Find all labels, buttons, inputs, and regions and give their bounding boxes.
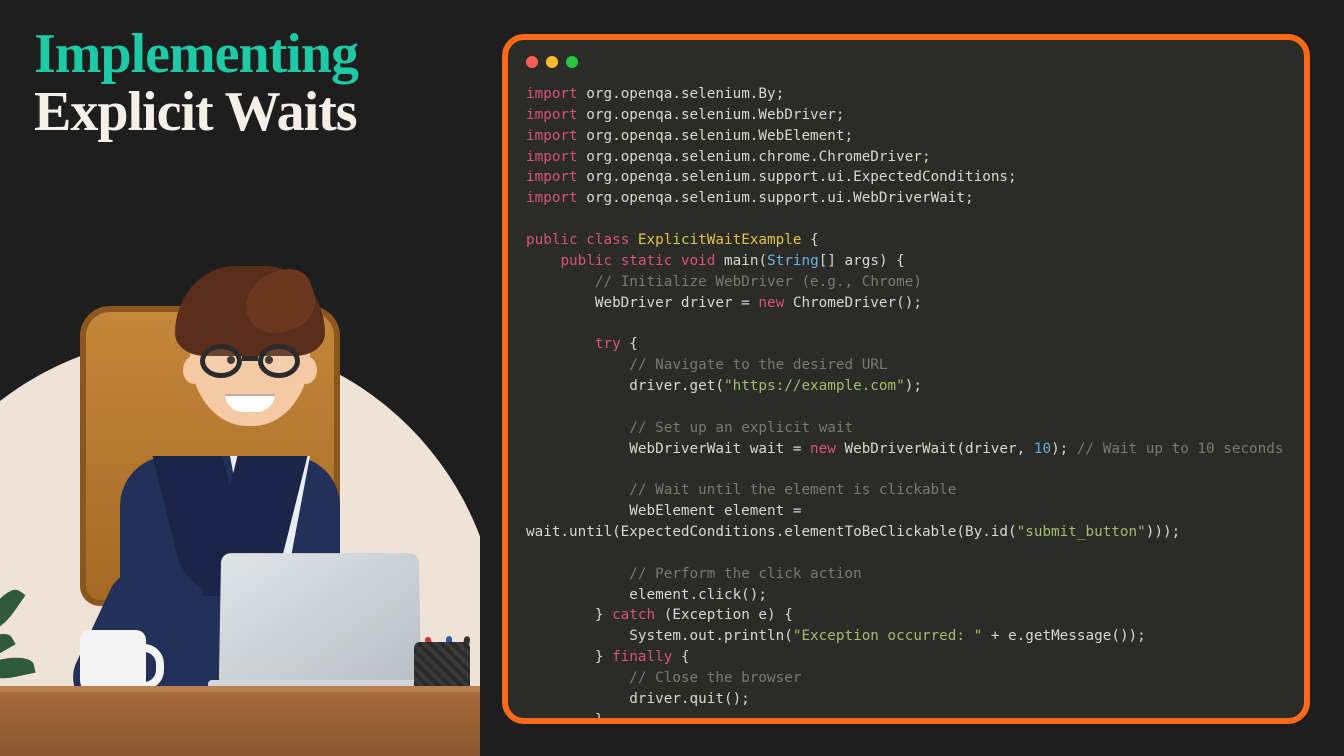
slide-title: Implementing Explicit Waits <box>34 22 358 144</box>
title-line-1: Implementing <box>34 22 358 86</box>
close-icon[interactable] <box>526 56 538 68</box>
maximize-icon[interactable] <box>566 56 578 68</box>
laptop-icon <box>220 552 430 702</box>
minimize-icon[interactable] <box>546 56 558 68</box>
title-line-2: Explicit Waits <box>34 80 358 144</box>
code-window: import org.openqa.selenium.By; import or… <box>502 34 1310 724</box>
character-illustration <box>0 236 480 756</box>
window-controls <box>526 56 578 68</box>
code-block: import org.openqa.selenium.By; import or… <box>526 84 1286 704</box>
